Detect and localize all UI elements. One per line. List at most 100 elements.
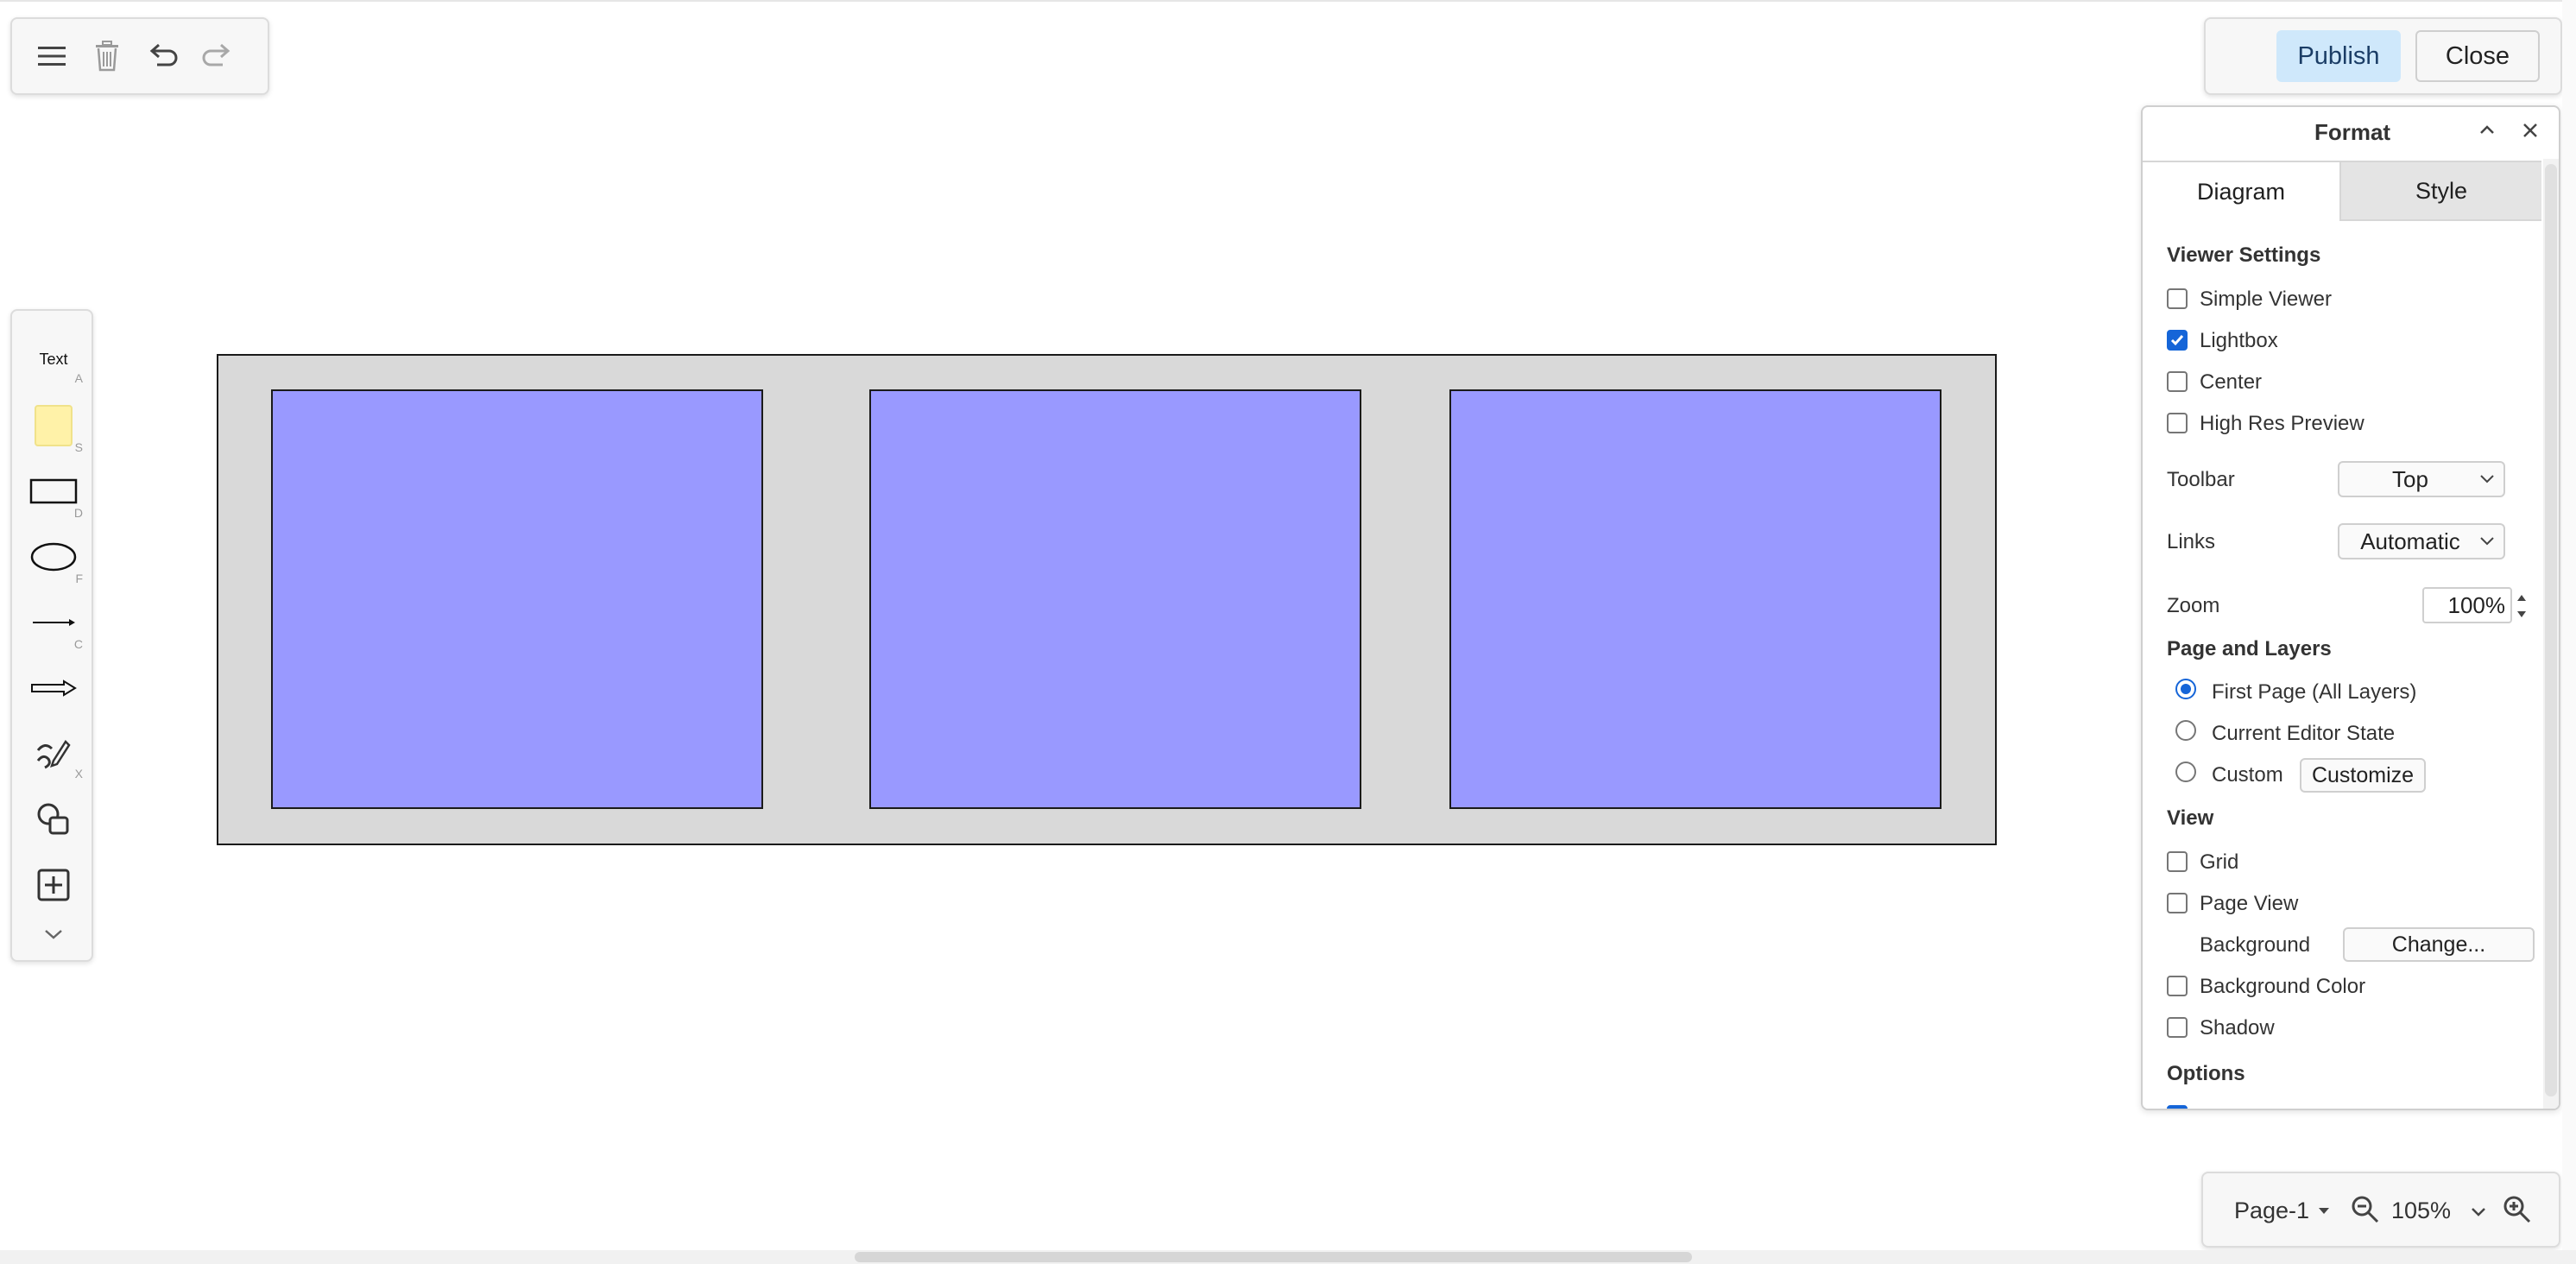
grid-checkbox[interactable] [2167, 851, 2188, 872]
page-zoom-bar: Page-1 105% [2201, 1172, 2560, 1248]
publish-button[interactable]: Publish [2276, 30, 2401, 82]
shapes-sidebar: Text A S D F C X [10, 309, 93, 962]
center-checkbox[interactable] [2167, 371, 2188, 392]
background-color-label: Background Color [2200, 975, 2366, 998]
shortcut-key: D [73, 506, 83, 520]
plus-square-icon [37, 869, 70, 901]
freehand-pencil-icon [36, 740, 71, 769]
zoom-input[interactable]: 100% [2422, 587, 2512, 623]
chevron-down-icon [2480, 475, 2494, 483]
undo-button[interactable] [140, 34, 185, 79]
lightbox-label: Lightbox [2200, 329, 2278, 352]
custom-radio[interactable] [2175, 762, 2196, 782]
panel-scrollbar-thumb[interactable] [2545, 164, 2557, 1097]
trash-icon [96, 41, 118, 72]
links-setting-label: Links [2167, 530, 2216, 553]
close-icon [2523, 123, 2537, 137]
insert-tool[interactable] [12, 856, 95, 913]
high-res-preview-label: High Res Preview [2200, 412, 2364, 435]
undo-icon [149, 43, 178, 66]
chevron-up-icon [2480, 125, 2494, 134]
shapes-tool[interactable] [12, 791, 95, 848]
close-panel-button[interactable] [2517, 117, 2543, 143]
freehand-tool[interactable]: X [12, 724, 95, 784]
hamburger-menu-icon [38, 47, 66, 66]
ellipse-tool[interactable]: F [12, 528, 95, 585]
line-icon [33, 619, 75, 626]
sticky-note-icon [35, 405, 73, 446]
center-label: Center [2200, 370, 2263, 394]
grid-label: Grid [2200, 850, 2239, 874]
options-checkbox-partial[interactable] [2167, 1105, 2188, 1109]
tab-diagram[interactable]: Diagram [2143, 161, 2341, 221]
main-toolbar [10, 17, 269, 95]
shortcut-key: A [74, 371, 83, 385]
toolbar-position-select[interactable]: Top [2338, 461, 2505, 497]
links-value: Automatic [2360, 528, 2460, 554]
delete-button[interactable] [85, 34, 129, 79]
page-view-label: Page View [2200, 892, 2299, 915]
zoom-out-icon [2352, 1196, 2379, 1223]
change-background-button[interactable]: Change... [2343, 927, 2535, 962]
collapse-panel-button[interactable] [2474, 117, 2500, 143]
customize-button[interactable]: Customize [2300, 758, 2426, 793]
zoom-in-button[interactable] [2502, 1194, 2536, 1229]
line-tool[interactable]: C [12, 594, 95, 651]
shortcut-key: X [74, 767, 83, 781]
shadow-label: Shadow [2200, 1016, 2275, 1040]
background-color-checkbox[interactable] [2167, 976, 2188, 996]
zoom-out-button[interactable] [2350, 1194, 2384, 1229]
redo-button[interactable] [195, 34, 240, 79]
rectangle-tool[interactable]: D [12, 463, 95, 520]
page-and-layers-heading: Page and Layers [2167, 637, 2332, 660]
simple-viewer-checkbox[interactable] [2167, 288, 2188, 309]
chevron-down-icon [2472, 1208, 2485, 1217]
menu-button[interactable] [29, 34, 74, 79]
zoom-stepper[interactable] [2514, 589, 2529, 623]
format-panel: Format Diagram Style Viewer Settings Sim… [2141, 105, 2560, 1110]
rectangle-icon [29, 478, 78, 504]
text-tool-label: Text [39, 350, 68, 368]
checkmark-icon [2170, 335, 2184, 346]
top-border [0, 0, 2576, 2]
lightbox-checkbox[interactable] [2167, 330, 2188, 351]
diagram-box-3[interactable] [1449, 389, 1941, 809]
ellipse-icon [30, 542, 77, 572]
arrow-tool[interactable] [12, 660, 95, 717]
stepper-arrows-icon [2517, 595, 2526, 617]
high-res-preview-checkbox[interactable] [2167, 413, 2188, 433]
expand-sidebar-button[interactable] [12, 915, 95, 953]
current-editor-state-radio[interactable] [2175, 720, 2196, 741]
tab-style[interactable]: Style [2341, 161, 2541, 221]
caret-down-icon [2319, 1208, 2329, 1214]
close-button[interactable]: Close [2415, 30, 2540, 82]
zoom-level-value: 105% [2391, 1198, 2452, 1223]
shadow-checkbox[interactable] [2167, 1017, 2188, 1038]
page-view-checkbox[interactable] [2167, 893, 2188, 913]
zoom-level-selector[interactable]: 105% [2391, 1198, 2451, 1224]
redo-icon [202, 43, 230, 66]
zoom-in-icon [2503, 1196, 2531, 1223]
links-select[interactable]: Automatic [2338, 523, 2505, 559]
text-tool[interactable]: Text A [12, 342, 95, 386]
shortcut-key: S [74, 440, 83, 454]
chevron-down-icon [45, 930, 62, 939]
toolbar-position-value: Top [2392, 465, 2428, 492]
chevron-down-icon [2480, 537, 2494, 546]
viewer-settings-heading: Viewer Settings [2167, 243, 2321, 267]
horizontal-scrollbar-thumb[interactable] [855, 1252, 1692, 1262]
background-label: Background [2200, 933, 2311, 957]
shortcut-key: C [73, 637, 83, 651]
diagram-box-2[interactable] [869, 389, 1361, 809]
sticky-note-tool[interactable]: S [12, 397, 95, 454]
current-editor-state-label: Current Editor State [2212, 722, 2396, 745]
block-arrow-icon [31, 679, 77, 697]
page-selector[interactable]: Page-1 [2234, 1198, 2309, 1224]
diagram-box-1[interactable] [271, 389, 763, 809]
first-page-radio[interactable] [2175, 679, 2196, 699]
page-name: Page-1 [2234, 1198, 2310, 1223]
shortcut-key: F [75, 572, 83, 585]
zoom-setting-label: Zoom [2167, 594, 2220, 617]
vertical-scrollbar[interactable] [2562, 0, 2576, 1250]
simple-viewer-label: Simple Viewer [2200, 288, 2332, 311]
